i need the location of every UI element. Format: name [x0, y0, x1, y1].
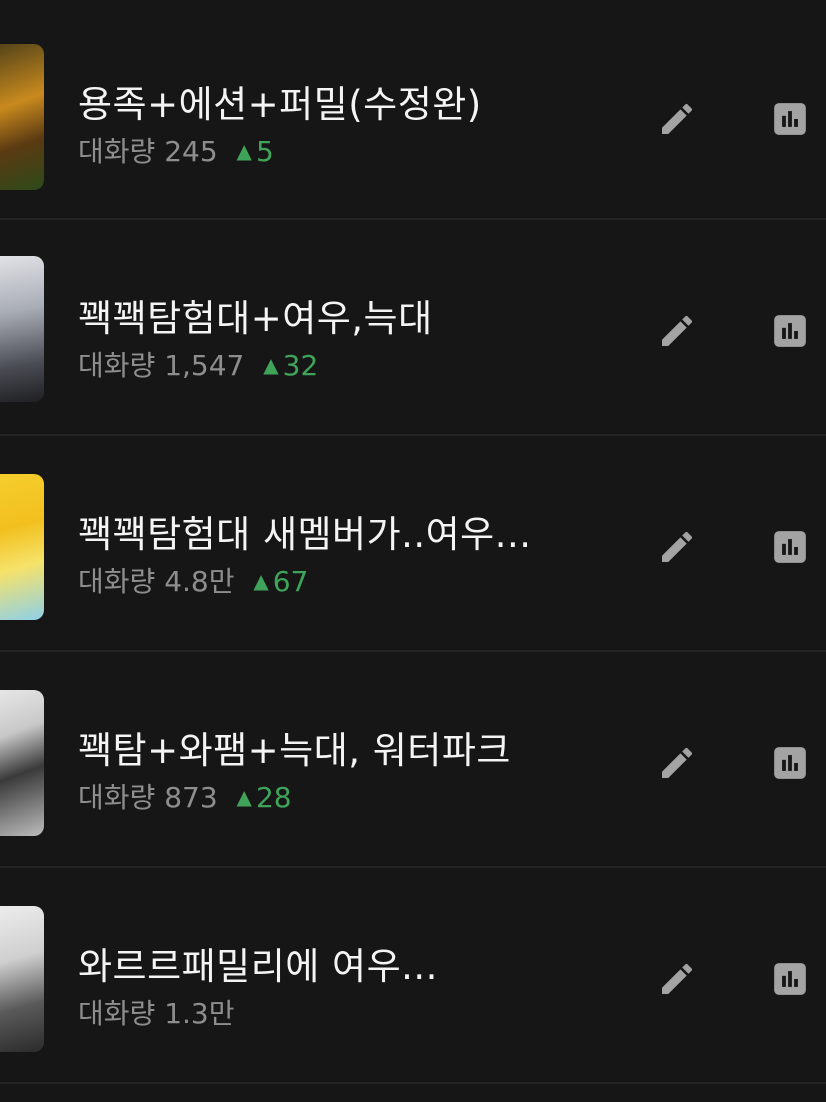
bar-chart-icon [774, 747, 806, 779]
delta-value: 28 [255, 781, 292, 814]
stat-label: 대화량 [78, 135, 156, 168]
delta-value: 67 [272, 565, 309, 598]
up-triangle-icon: ▲ [263, 353, 279, 377]
stat-count: 4.8만 [164, 565, 235, 598]
list-item[interactable]: 용족+에션+퍼밀(수정완) 대화량 245 ▲ 5 [0, 4, 826, 220]
bar-chart-icon [774, 315, 806, 347]
stat-delta: ▲ 67 [253, 565, 308, 598]
list-item[interactable]: 꽥탐+와팸+늑대, 워터파크 대화량 873 ▲ 28 [0, 652, 826, 868]
chat-room-list: 용족+에션+퍼밀(수정완) 대화량 245 ▲ 5 꽥꽥탐험대+여우,늑대 대화량… [0, 0, 826, 1102]
list-item[interactable]: 와르르패밀리에 여우... 대화량 1.3만 [0, 868, 826, 1084]
pencil-icon [662, 103, 693, 134]
item-title: 꽥꽥탐험대 새멤버가..여우... [78, 513, 532, 556]
bar-chart-icon [774, 963, 806, 995]
edit-button[interactable] [652, 522, 702, 572]
stat-label: 대화량 [78, 349, 156, 382]
list-item[interactable]: 꽥꽥탐험대 새멤버가..여우... 대화량 4.8만 ▲ 67 [0, 436, 826, 652]
stats-button[interactable] [770, 527, 810, 567]
pencil-icon [662, 747, 693, 778]
thumbnail-image [0, 44, 44, 190]
stat-label: 대화량 [78, 781, 156, 814]
up-triangle-icon: ▲ [236, 785, 252, 809]
stat-delta: ▲ 32 [263, 349, 318, 382]
item-meta: 대화량 873 ▲ 28 [78, 776, 292, 816]
item-meta: 대화량 4.8만 ▲ 67 [78, 560, 308, 600]
stats-button[interactable] [770, 959, 810, 999]
delta-value: 32 [282, 349, 319, 382]
thumbnail-image [0, 906, 44, 1052]
edit-button[interactable] [652, 94, 702, 144]
up-triangle-icon: ▲ [253, 569, 269, 593]
edit-button[interactable] [652, 306, 702, 356]
bar-chart-icon [774, 103, 806, 135]
pencil-icon [662, 963, 693, 994]
pencil-icon [662, 315, 693, 346]
item-title: 꽥탐+와팸+늑대, 워터파크 [78, 729, 511, 772]
pencil-icon [662, 531, 693, 562]
delta-value: 5 [255, 135, 274, 168]
stats-button[interactable] [770, 311, 810, 351]
stats-button[interactable] [770, 743, 810, 783]
stat-count: 873 [164, 781, 218, 814]
stat-delta: ▲ 28 [237, 781, 292, 814]
edit-button[interactable] [652, 954, 702, 1004]
thumbnail-image [0, 256, 44, 402]
item-title: 용족+에션+퍼밀(수정완) [78, 83, 482, 126]
item-meta: 대화량 1,547 ▲ 32 [78, 344, 318, 384]
stats-button[interactable] [770, 99, 810, 139]
thumbnail-image [0, 690, 44, 836]
stat-count: 1.3만 [164, 997, 235, 1030]
edit-button[interactable] [652, 738, 702, 788]
stat-label: 대화량 [78, 997, 156, 1030]
item-title: 와르르패밀리에 여우... [78, 945, 438, 988]
thumbnail-image [0, 474, 44, 620]
item-meta: 대화량 245 ▲ 5 [78, 130, 274, 170]
stat-delta: ▲ 5 [237, 135, 274, 168]
bar-chart-icon [774, 531, 806, 563]
stat-count: 1,547 [164, 349, 245, 382]
stat-count: 245 [164, 135, 218, 168]
list-item[interactable]: 꽥꽥탐험대+여우,늑대 대화량 1,547 ▲ 32 [0, 220, 826, 436]
stat-label: 대화량 [78, 565, 156, 598]
up-triangle-icon: ▲ [236, 139, 252, 163]
item-title: 꽥꽥탐험대+여우,늑대 [78, 297, 433, 340]
item-meta: 대화량 1.3만 [78, 992, 234, 1032]
